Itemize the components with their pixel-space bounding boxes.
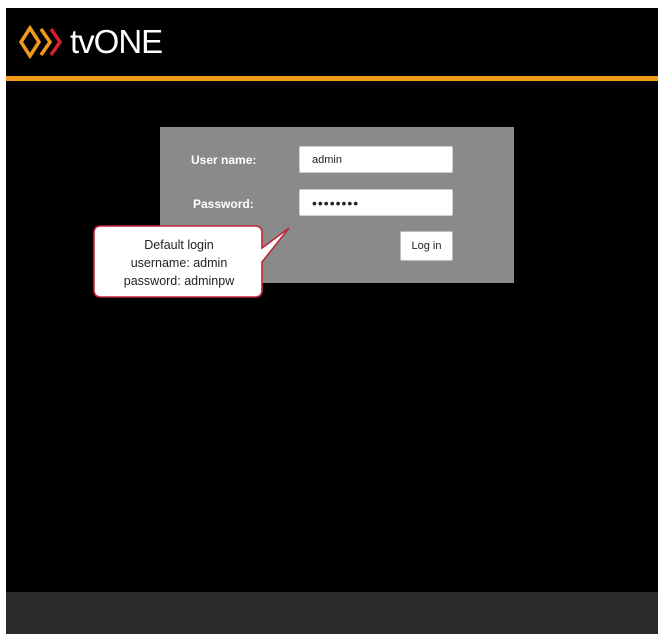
callout-line-title: Default login bbox=[144, 238, 214, 252]
callout-line-password: password: adminpw bbox=[123, 274, 235, 288]
tvone-chevron-logo-icon bbox=[19, 24, 63, 60]
header-accent-bar bbox=[6, 76, 658, 81]
app-window: tvONE User name: Password: Log in bbox=[6, 8, 658, 634]
brand-logo: tvONE bbox=[19, 22, 163, 62]
callout-line-username: username: admin bbox=[130, 256, 228, 270]
header-bar: tvONE bbox=[6, 8, 658, 76]
username-label: User name: bbox=[191, 153, 257, 167]
login-button[interactable]: Log in bbox=[400, 231, 453, 261]
default-login-callout: Default login username: admin password: … bbox=[97, 236, 261, 290]
username-input[interactable] bbox=[299, 146, 453, 173]
footer-bar bbox=[6, 592, 658, 634]
password-input[interactable] bbox=[299, 189, 453, 216]
brand-name: tvONE bbox=[70, 23, 163, 60]
password-label: Password: bbox=[193, 197, 254, 211]
